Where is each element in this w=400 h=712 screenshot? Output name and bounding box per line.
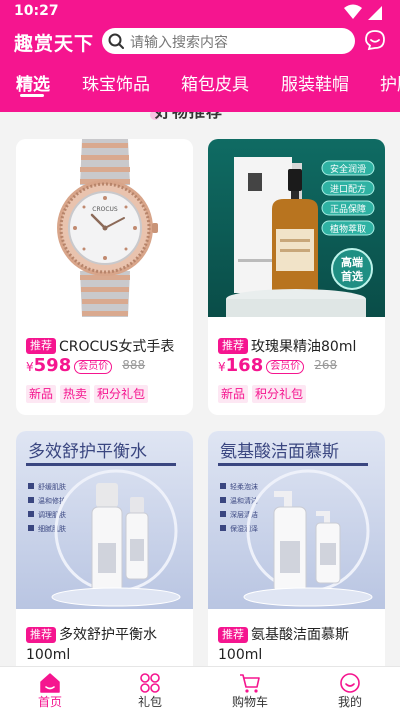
nav-label-cart: 购物车 bbox=[231, 695, 268, 709]
svg-text:细腻肌肤: 细腻肌肤 bbox=[38, 524, 66, 533]
product-card-cleanser[interactable]: 氨基酸洁面慕斯 轻柔泡沫 温和清洁 深层清洁 保湿润泽 推荐 氨基酸洁面慕斯10… bbox=[208, 431, 385, 666]
svg-text:安全润滑: 安全润滑 bbox=[330, 163, 366, 175]
recommend-tag: 推荐 bbox=[26, 627, 56, 643]
cart-icon bbox=[240, 674, 260, 693]
product-feed[interactable]: 好物推荐 CROCUS bbox=[0, 112, 400, 666]
price-currency: ¥ bbox=[218, 360, 226, 374]
recommend-tag: 推荐 bbox=[26, 337, 56, 354]
tab-apparel[interactable]: 服装鞋帽 bbox=[281, 70, 349, 95]
nav-label-home: 首页 bbox=[37, 695, 62, 709]
product-card-rosehip-oil[interactable]: 安全润滑 进口配方 正品保障 植物萃取 高端 首选 推荐 玫瑰果精油80ml ¥1… bbox=[208, 139, 385, 415]
product-title-row: 推荐 多效舒护平衡水100ml bbox=[26, 625, 188, 665]
recommend-tag: 推荐 bbox=[218, 627, 248, 643]
product-image-watch: CROCUS bbox=[16, 139, 193, 317]
product-price: 598 bbox=[33, 355, 72, 376]
svg-text:进口配方: 进口配方 bbox=[330, 183, 366, 195]
svg-text:CROCUS: CROCUS bbox=[92, 206, 118, 213]
search-icon bbox=[108, 33, 124, 49]
search-row: 趣赏天下 请输入搜索内容 bbox=[0, 26, 400, 58]
nav-gift-pack[interactable]: 礼包 bbox=[100, 667, 200, 712]
gift-pack-icon bbox=[140, 673, 160, 693]
message-icon[interactable] bbox=[364, 29, 386, 51]
price-row: ¥598 会员价 888 bbox=[26, 355, 186, 377]
battery-icon bbox=[368, 6, 382, 20]
member-price-badge: 会员价 bbox=[266, 360, 305, 374]
label-points-gift: 积分礼包 bbox=[94, 385, 149, 403]
label-new: 新品 bbox=[26, 385, 57, 403]
product-image-toner: 多效舒护平衡水 舒缓肌肤 温和修护 调理肌肤 细腻肌肤 bbox=[16, 431, 193, 609]
svg-text:轻柔泡沫: 轻柔泡沫 bbox=[230, 482, 258, 491]
product-title-row: 推荐 CROCUS女式手表 bbox=[26, 335, 186, 355]
price-row: ¥168 会员价 268 bbox=[218, 355, 378, 377]
svg-text:保湿润泽: 保湿润泽 bbox=[230, 524, 258, 533]
svg-text:高端: 高端 bbox=[341, 255, 363, 269]
price-currency: ¥ bbox=[26, 360, 34, 374]
search-input[interactable]: 请输入搜索内容 bbox=[102, 28, 355, 54]
svg-text:舒缓肌肤: 舒缓肌肤 bbox=[38, 482, 66, 491]
label-row: 新品 热卖 积分礼包 bbox=[26, 383, 152, 403]
product-image-cleanser: 氨基酸洁面慕斯 轻柔泡沫 温和清洁 深层清洁 保湿润泽 bbox=[208, 431, 385, 609]
label-new: 新品 bbox=[218, 385, 249, 403]
svg-text:植物萃取: 植物萃取 bbox=[330, 223, 366, 235]
product-title-row: 推荐 玫瑰果精油80ml bbox=[218, 335, 378, 355]
product-title-row: 推荐 氨基酸洁面慕斯100ml bbox=[218, 625, 380, 665]
tab-featured[interactable]: 精选 bbox=[16, 70, 50, 95]
nav-home[interactable]: 首页 bbox=[0, 667, 100, 712]
product-card-toner[interactable]: 多效舒护平衡水 舒缓肌肤 温和修护 调理肌肤 细腻肌肤 推荐 多效舒护平衡水10… bbox=[16, 431, 193, 666]
svg-text:多效舒护平衡水: 多效舒护平衡水 bbox=[28, 442, 147, 462]
status-bar: 10:27 bbox=[0, 0, 400, 24]
original-price: 888 bbox=[122, 358, 146, 372]
app-title: 趣赏天下 bbox=[14, 33, 95, 55]
search-placeholder: 请输入搜索内容 bbox=[130, 35, 228, 51]
original-price: 268 bbox=[314, 358, 338, 372]
label-hot: 热卖 bbox=[60, 385, 91, 403]
product-price: 168 bbox=[225, 355, 264, 376]
member-price-badge: 会员价 bbox=[74, 360, 113, 374]
wifi-icon bbox=[344, 4, 362, 19]
tab-bags[interactable]: 箱包皮具 bbox=[181, 70, 249, 95]
svg-text:调理肌肤: 调理肌肤 bbox=[38, 510, 66, 519]
product-image-rosehip-oil: 安全润滑 进口配方 正品保障 植物萃取 高端 首选 bbox=[208, 139, 385, 317]
home-icon bbox=[40, 673, 60, 693]
product-title: CROCUS女式手表 bbox=[59, 338, 175, 355]
status-time: 10:27 bbox=[14, 3, 59, 19]
category-tabs: 精选 珠宝饰品 箱包皮具 服装鞋帽 护肤 bbox=[0, 66, 400, 100]
product-card-watch[interactable]: CROCUS 推荐 CROCUS女式手表 ¥598 会员价 888 新品 热卖 … bbox=[16, 139, 193, 415]
svg-text:正品保障: 正品保障 bbox=[330, 203, 366, 215]
svg-text:首选: 首选 bbox=[341, 269, 363, 283]
tab-skincare[interactable]: 护肤 bbox=[380, 70, 400, 95]
nav-label-profile: 我的 bbox=[337, 695, 362, 709]
status-icons bbox=[340, 4, 390, 20]
app-header: 10:27 趣赏天下 请输入搜索内容 精选 珠宝饰品 箱包皮具 服装鞋帽 护 bbox=[0, 0, 400, 112]
label-points-gift: 积分礼包 bbox=[252, 385, 307, 403]
nav-cart[interactable]: 购物车 bbox=[200, 667, 300, 712]
bottom-nav: 首页 礼包 购物车 我的 bbox=[0, 666, 400, 712]
tab-jewelry[interactable]: 珠宝饰品 bbox=[82, 70, 150, 95]
svg-text:氨基酸洁面慕斯: 氨基酸洁面慕斯 bbox=[220, 442, 339, 462]
product-title: 玫瑰果精油80ml bbox=[251, 338, 357, 355]
label-row: 新品 积分礼包 bbox=[218, 383, 310, 403]
nav-profile[interactable]: 我的 bbox=[300, 667, 400, 712]
nav-label-gift-pack: 礼包 bbox=[137, 695, 162, 709]
section-heading: 好物推荐 bbox=[155, 112, 223, 122]
recommend-tag: 推荐 bbox=[218, 337, 248, 354]
active-tab-indicator bbox=[20, 94, 44, 97]
svg-text:深层清洁: 深层清洁 bbox=[230, 510, 258, 519]
profile-icon bbox=[340, 673, 360, 693]
